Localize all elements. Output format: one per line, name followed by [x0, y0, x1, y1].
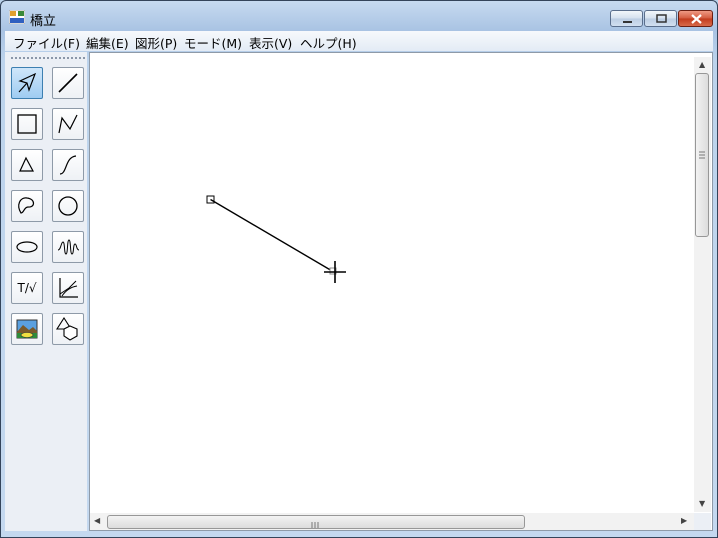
grip-icon [699, 151, 705, 159]
shapes-tool[interactable] [52, 313, 84, 345]
app-icon [9, 10, 25, 24]
triangle-icon [19, 156, 35, 172]
crosshair-cursor-icon [324, 261, 346, 283]
menu-mode[interactable]: モード(M) [184, 33, 242, 52]
scroll-corner [694, 513, 711, 530]
menu-help[interactable]: ヘルプ(H) [300, 33, 357, 52]
polyline-tool[interactable] [52, 108, 84, 140]
menu-edit[interactable]: 編集(E) [86, 33, 129, 52]
curve-tool[interactable] [52, 149, 84, 181]
close-icon [691, 14, 702, 24]
line-icon [58, 73, 78, 93]
menu-file[interactable]: ファイル(F) [13, 33, 80, 52]
polyline-icon [58, 114, 78, 134]
vertical-scroll-thumb[interactable] [695, 73, 709, 237]
scroll-right-icon[interactable]: ▶ [681, 517, 687, 525]
circle-tool[interactable] [52, 190, 84, 222]
arrow-icon [18, 72, 37, 93]
circle-icon [58, 196, 78, 216]
graph-tool[interactable] [52, 272, 84, 304]
minimize-icon [623, 21, 632, 23]
drawn-line[interactable] [210, 198, 334, 273]
scroll-up-icon[interactable]: ▲ [699, 61, 705, 69]
menu-bar: ファイル(F) 編集(E) 図形(P) モード(M) 表示(V) ヘルプ(H) [5, 31, 713, 51]
scroll-left-icon[interactable]: ◀ [94, 517, 100, 525]
line-tool[interactable] [52, 67, 84, 99]
text-icon: T/√ [17, 281, 37, 295]
wave-icon [57, 239, 80, 255]
menu-shape[interactable]: 図形(P) [135, 33, 177, 52]
grip-icon [311, 522, 319, 528]
select-tool[interactable] [11, 67, 43, 99]
closed-curve-tool[interactable] [11, 190, 43, 222]
maximize-icon [656, 14, 667, 23]
minimize-button[interactable] [610, 10, 643, 27]
horizontal-scroll-thumb[interactable] [107, 515, 525, 529]
wave-tool[interactable] [52, 231, 84, 263]
scroll-down-icon[interactable]: ▼ [699, 500, 705, 508]
maximize-button[interactable] [644, 10, 677, 27]
rectangle-tool[interactable] [11, 108, 43, 140]
curve-icon [59, 155, 77, 175]
app-window: 橋立 ファイル(F) 編集(E) 図形(P) モード(M) 表示(V) ヘルプ(… [0, 0, 718, 538]
toolbox-grip[interactable] [11, 57, 85, 59]
close-button[interactable] [678, 10, 713, 27]
menu-view[interactable]: 表示(V) [249, 33, 292, 52]
picture-icon [16, 319, 38, 339]
drawing-canvas[interactable] [93, 58, 694, 512]
ellipse-tool[interactable] [11, 231, 43, 263]
shapes-icon [55, 316, 78, 341]
image-tool[interactable] [11, 313, 43, 345]
polygon-tool[interactable] [11, 149, 43, 181]
text-math-tool[interactable]: T/√ [11, 272, 43, 304]
ellipse-icon [16, 241, 38, 253]
closed-curve-icon [18, 197, 35, 214]
toolbox: T/√ [5, 52, 87, 531]
window-title: 橋立 [30, 14, 57, 29]
rectangle-icon [17, 114, 37, 134]
graph-icon [59, 278, 78, 298]
title-bar[interactable]: 橋立 [1, 1, 717, 31]
